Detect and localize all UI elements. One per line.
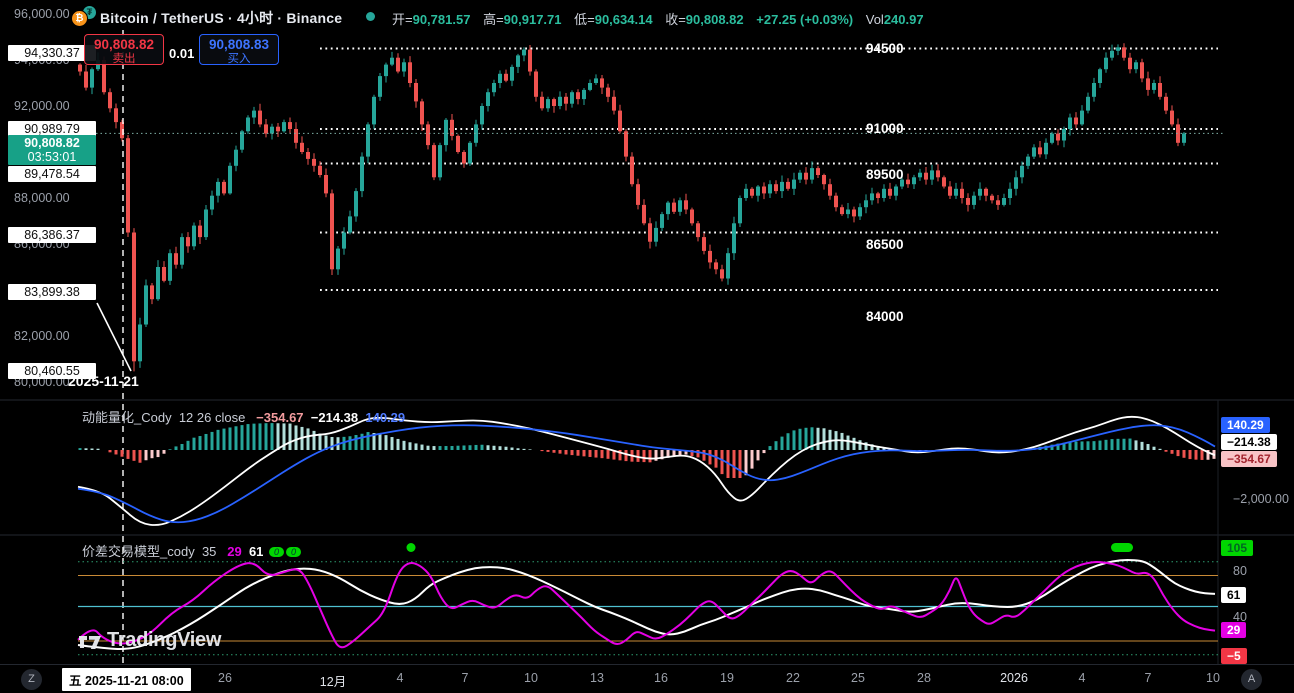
level-price-label: 84000 xyxy=(866,309,904,324)
price-grid-label: 82,000.00 xyxy=(14,329,70,343)
current-price-label: 90,808.8203:53:01 xyxy=(8,135,96,165)
indicator1-hist-value: −354.67 xyxy=(256,410,303,425)
adjust-button[interactable]: A xyxy=(1241,669,1262,690)
time-tick-label: 22 xyxy=(786,671,800,685)
indicator2-bottom-badge: −5 xyxy=(1221,648,1247,664)
time-tick-label: 7 xyxy=(462,671,469,685)
time-tick-label: 28 xyxy=(917,671,931,685)
close-value: 90,808.82 xyxy=(686,12,744,27)
bitcoin-coin-icon: ₿ xyxy=(72,11,87,26)
symbol-title[interactable]: Bitcoin / TetherUS · 4小时 · Binance xyxy=(100,8,342,28)
open-label: 开= xyxy=(392,12,413,27)
time-tick-label: 4 xyxy=(1079,671,1086,685)
timezone-button[interactable]: Z xyxy=(21,669,42,690)
time-tick-label: 7 xyxy=(1145,671,1152,685)
indicator1-params: 12 26 close xyxy=(179,410,246,425)
time-tick-label: 13 xyxy=(590,671,604,685)
spread-value: 0.01 xyxy=(169,46,194,61)
level-price-label: 91000 xyxy=(866,121,904,136)
time-tick-label: 12月 xyxy=(320,671,346,690)
tradingview-logo-icon xyxy=(78,631,103,651)
indicator1-name: 动能量化_Cody xyxy=(82,410,172,425)
price-alert-label: 83,899.38 xyxy=(8,284,96,300)
indicator2-slow-value: 61 xyxy=(249,544,263,559)
indicator2-slow-badge: 61 xyxy=(1221,587,1246,603)
tradingview-watermark: TradingView xyxy=(78,629,221,652)
time-tick-label: 26 xyxy=(218,671,232,685)
price-grid-label: 92,000.00 xyxy=(14,99,70,113)
close-label: 收= xyxy=(665,12,686,27)
indicator2-grid-80: 80 xyxy=(1233,564,1247,578)
indicator1-fast-value: −214.38 xyxy=(311,410,358,425)
level-price-label: 86500 xyxy=(866,237,904,252)
level-price-label: 94500 xyxy=(866,41,904,56)
sell-price: 90,808.82 xyxy=(85,37,163,53)
time-tick-label: 4 xyxy=(397,671,404,685)
indicator2-fast-value: 29 xyxy=(227,544,241,559)
change-value: +27.25 (+0.03%) xyxy=(756,12,853,27)
high-value: 90,917.71 xyxy=(504,12,562,27)
buy-price: 90,808.83 xyxy=(200,37,278,53)
indicator2-params: 35 xyxy=(202,544,216,559)
indicator1-fast-badge: −214.38 xyxy=(1221,434,1277,450)
crosshair-time-label: 五 2025-11-21 08:00 xyxy=(62,668,191,691)
symbol-pair-icon: ₮ ₿ xyxy=(72,6,96,26)
market-status-icon xyxy=(366,12,375,21)
time-axis[interactable]: Z 五 2025-11-21 08:00 A 26 12月 4 7 10 13 16 19 22… xyxy=(0,664,1294,693)
low-label: 低= xyxy=(574,12,595,27)
indicator1-slow-badge: 140.29 xyxy=(1221,417,1270,433)
sell-label: 卖出 xyxy=(85,53,163,66)
time-tick-label: 2026 xyxy=(1000,671,1028,685)
level-price-label: 89500 xyxy=(866,167,904,182)
signal-dot-icon: 0 xyxy=(286,547,301,557)
watermark-text: TradingView xyxy=(107,629,221,652)
low-value: 90,634.14 xyxy=(595,12,653,27)
buy-button[interactable]: 90,808.83 买入 xyxy=(199,34,279,65)
indicator2-top-badge: 105 xyxy=(1221,540,1253,556)
time-tick-label: 25 xyxy=(851,671,865,685)
indicator1-grid-label: −2,000.00 xyxy=(1233,492,1289,506)
indicator1-hist-badge: −354.67 xyxy=(1221,451,1277,467)
indicator1-legend[interactable]: 动能量化_Cody 12 26 close −354.67 −214.38 14… xyxy=(82,407,405,426)
ohlc-readout: 开=90,781.57 高=90,917.71 低=90,634.14 收=90… xyxy=(392,9,924,28)
tradingview-chart-window: ₮ ₿ Bitcoin / TetherUS · 4小时 · Binance 开… xyxy=(0,0,1294,693)
current-price-value: 90,808.82 xyxy=(8,136,96,150)
event-date-label: 2025-11-21 xyxy=(68,373,139,389)
price-grid-label: 88,000.00 xyxy=(14,191,70,205)
indicator1-slow-value: 140.29 xyxy=(365,410,405,425)
indicator2-fast-badge: 29 xyxy=(1221,622,1246,638)
price-alert-label: 94,330.37 xyxy=(8,45,96,61)
sell-button[interactable]: 90,808.82 卖出 xyxy=(84,34,164,65)
open-value: 90,781.57 xyxy=(413,12,471,27)
price-alert-label: 89,478.54 xyxy=(8,166,96,182)
volume-value: 240.97 xyxy=(884,12,924,27)
time-tick-label: 16 xyxy=(654,671,668,685)
high-label: 高= xyxy=(483,12,504,27)
buy-label: 买入 xyxy=(200,53,278,66)
chart-canvas[interactable] xyxy=(0,0,1294,693)
chart-header: ₮ ₿ Bitcoin / TetherUS · 4小时 · Binance 开… xyxy=(0,0,1294,30)
signal-dot-icon: 0 xyxy=(269,547,284,557)
indicator2-legend[interactable]: 价差交易模型_cody 35 29 61 00 xyxy=(82,541,301,560)
time-tick-label: 19 xyxy=(720,671,734,685)
volume-label: Vol xyxy=(866,12,884,27)
indicator2-name: 价差交易模型_cody xyxy=(82,544,195,559)
time-tick-label: 10 xyxy=(1206,671,1220,685)
price-alert-label: 86,386.37 xyxy=(8,227,96,243)
time-tick-label: 10 xyxy=(524,671,538,685)
bar-countdown: 03:53:01 xyxy=(8,150,96,164)
